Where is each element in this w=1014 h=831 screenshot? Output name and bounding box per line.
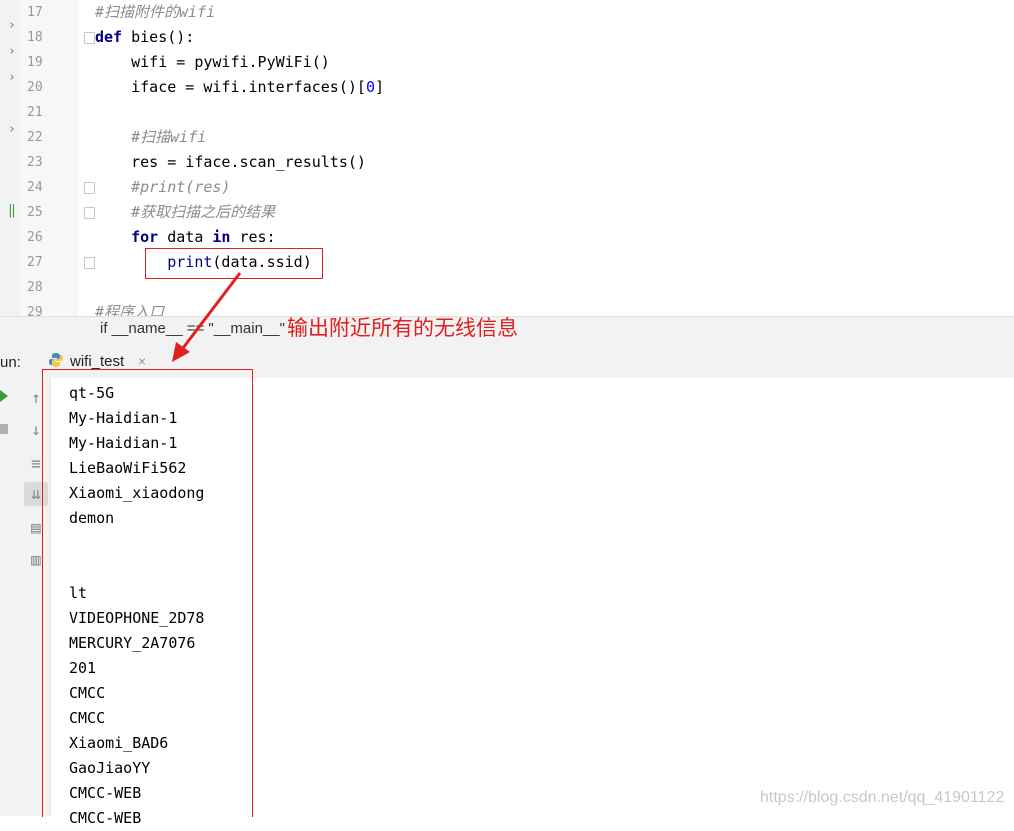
chevron-right-icon[interactable]: ›: [8, 18, 16, 33]
code-token: ]: [374, 78, 384, 96]
chevron-right-icon[interactable]: ›: [8, 44, 16, 59]
fold-marker-icon[interactable]: [84, 32, 95, 44]
tab-title: wifi_test: [70, 353, 125, 370]
line-number: 20: [27, 80, 43, 95]
code-token: for: [131, 228, 168, 246]
fold-marker-icon[interactable]: [84, 257, 95, 269]
fold-marker-icon[interactable]: [84, 182, 95, 194]
watermark: https://blog.csdn.net/qq_41901122: [760, 789, 1005, 806]
code-token: #print(res): [131, 178, 231, 196]
close-icon[interactable]: ×: [138, 353, 146, 369]
code-token: #扫描附件的wifi: [95, 3, 216, 21]
code-token: res:: [239, 228, 276, 246]
line-number: 19: [27, 55, 43, 70]
line-number: 28: [27, 280, 43, 295]
stop-icon[interactable]: [0, 424, 8, 434]
chevron-right-icon[interactable]: ›: [8, 70, 16, 85]
rerun-icon[interactable]: [0, 390, 8, 402]
highlight-output-box: [42, 369, 253, 817]
code-line: for data in res:: [95, 225, 276, 250]
line-number: 22: [27, 130, 43, 145]
line-number: 26: [27, 230, 43, 245]
editor-left-gutter: › › › › ‖: [0, 0, 21, 330]
code-token: iface = wifi.interfaces()[: [95, 78, 366, 96]
code-line: res = iface.scan_results(): [95, 150, 366, 175]
run-label: un:: [0, 354, 21, 371]
highlight-print-box: [145, 248, 323, 279]
code-line: wifi = pywifi.PyWiFi(): [95, 50, 330, 75]
line-number: 18: [27, 30, 43, 45]
code-line: iface = wifi.interfaces()[0]: [95, 75, 384, 100]
code-token: #扫描wifi: [131, 128, 207, 146]
line-number: 27: [27, 255, 43, 270]
code-line: def bies():: [95, 25, 194, 50]
chevron-right-icon[interactable]: ›: [8, 122, 16, 137]
code-token: data: [167, 228, 213, 246]
line-number: 21: [27, 105, 43, 120]
line-number: 17: [27, 5, 43, 20]
python-icon: [49, 353, 63, 367]
code-line: #扫描附件的wifi: [95, 0, 215, 25]
line-number: 23: [27, 155, 43, 170]
line-number: 25: [27, 205, 43, 220]
code-token: 0: [365, 78, 375, 96]
code-token: res = iface.scan_results(): [95, 153, 366, 171]
code-token: bies():: [131, 28, 195, 46]
run-marker-icon[interactable]: ‖: [8, 203, 16, 218]
code-token: #获取扫描之后的结果: [131, 203, 276, 221]
line-number: 24: [27, 180, 43, 195]
code-line: #扫描wifi: [95, 125, 206, 150]
breadcrumb[interactable]: if __name__ == "__main__": [100, 320, 285, 337]
code-token: wifi = pywifi.PyWiFi(): [95, 53, 330, 71]
fold-marker-icon[interactable]: [84, 207, 95, 219]
line-number-gutter: 17 18 19 20 21 22 23 24 25 26 27 28 29: [20, 0, 78, 320]
code-token: def: [95, 28, 132, 46]
annotation-text: 输出附近所有的无线信息: [287, 316, 518, 340]
code-line: #获取扫描之后的结果: [95, 200, 275, 225]
code-token: in: [212, 228, 240, 246]
code-line: #print(res): [95, 175, 230, 200]
